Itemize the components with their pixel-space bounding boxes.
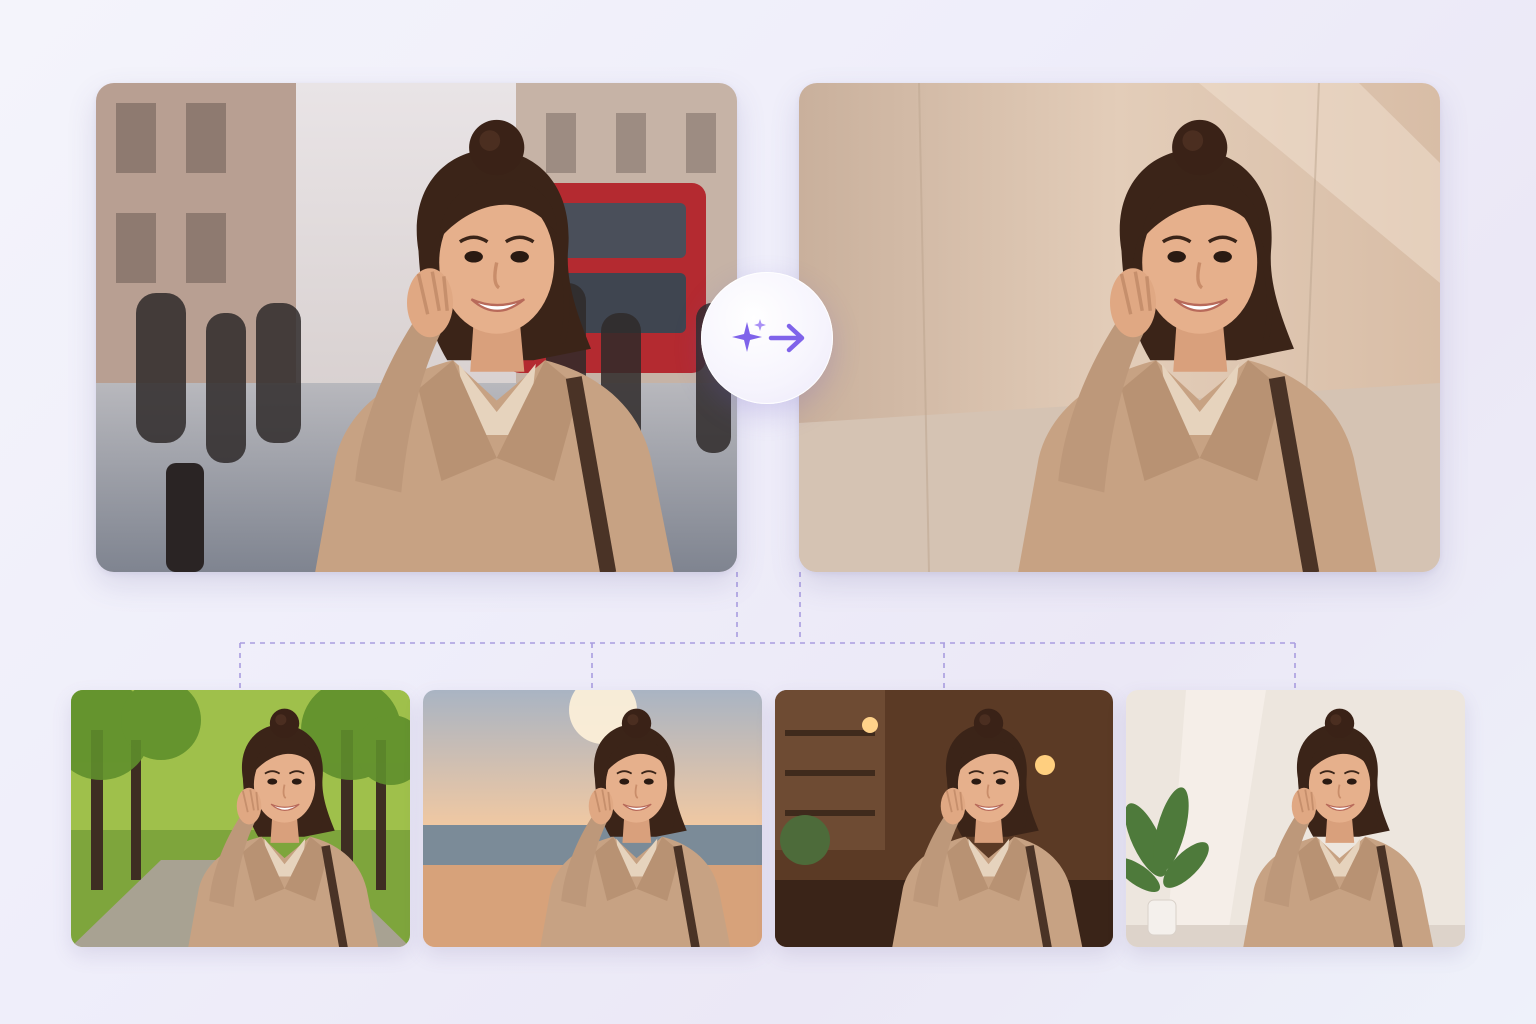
sparkle-arrow-right-icon [732,319,805,353]
portrait-studio-plant-photo [1126,690,1465,947]
portrait-beach-sunset-photo [423,690,762,947]
portrait-cafe-photo [775,690,1113,947]
original-photo[interactable] [96,83,737,572]
variant-studio[interactable] [1126,690,1465,947]
variant-cafe[interactable] [775,690,1113,947]
transform-button[interactable] [701,272,833,404]
portrait-park-photo [71,690,410,947]
variant-beach[interactable] [423,690,762,947]
variant-park[interactable] [71,690,410,947]
portrait-plain-wall-photo [799,83,1440,572]
result-photo[interactable] [799,83,1440,572]
portrait-city-street-photo [96,83,737,572]
